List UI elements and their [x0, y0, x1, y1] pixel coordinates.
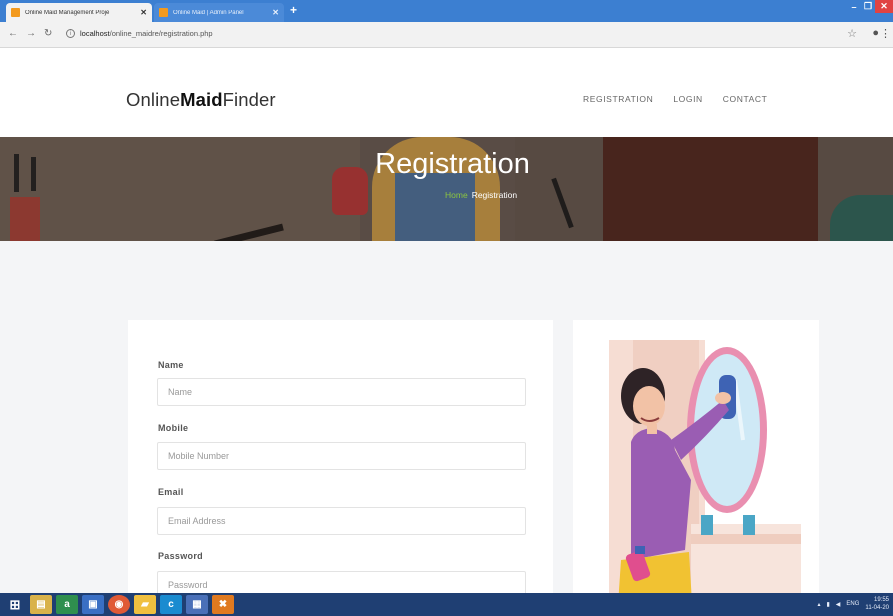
nav-login[interactable]: LOGIN	[673, 94, 702, 104]
maximize-icon[interactable]: ❐	[861, 0, 875, 13]
back-icon[interactable]: ←	[8, 28, 18, 39]
file-explorer-icon[interactable]: ▤	[30, 595, 52, 614]
logo-prefix: Online	[126, 89, 181, 110]
lang-indicator[interactable]: ENG	[846, 601, 859, 607]
close-tab-icon[interactable]: ✕	[140, 8, 147, 17]
windows-start-icon[interactable]: ⊞	[4, 595, 26, 614]
new-tab-icon[interactable]: +	[290, 3, 297, 17]
tab-title: Online Maid | Admin Panel	[173, 9, 244, 16]
logo-suffix: Finder	[222, 89, 276, 110]
site-header: OnlineMaidFinder REGISTRATION LOGIN CONT…	[0, 48, 893, 137]
window-controls: – ❐ ✕	[847, 0, 893, 16]
reload-icon[interactable]: ↻	[44, 28, 52, 39]
mobile-label: Mobile	[158, 423, 189, 433]
browser-tab-registration[interactable]: Online Maid Management Proje ✕	[6, 3, 152, 22]
registration-form: Name Mobile Email Password	[128, 320, 553, 616]
site-favicon-icon	[159, 8, 168, 17]
logo-bold: Maid	[180, 89, 223, 110]
menu-icon[interactable]: ⋮	[880, 27, 891, 40]
tab-title: Online Maid Management Proje	[25, 9, 110, 16]
page-body: Name Mobile Email Password	[0, 241, 893, 616]
app-icon[interactable]: ▣	[82, 595, 104, 614]
close-window-icon[interactable]: ✕	[875, 0, 893, 13]
clock-time: 19:55	[873, 597, 889, 603]
url-path: /online_maidre/registration.php	[109, 29, 213, 38]
hero-banner: Registration Home Registration	[0, 137, 893, 241]
nav-registration[interactable]: REGISTRATION	[583, 94, 653, 104]
email-label: Email	[158, 487, 184, 497]
nav-contact[interactable]: CONTACT	[723, 94, 768, 104]
taskbar: ⊞ ▤ a ▣ ◉ ▰ c ▦ ✖ ▴ ▮ ◀ ENG 19:55 11-04-2…	[0, 593, 893, 616]
folder-icon[interactable]: ▰	[134, 595, 156, 614]
app-window-icon[interactable]: ▦	[186, 595, 208, 614]
site-favicon-icon	[11, 8, 20, 17]
volume-icon[interactable]: ◀	[836, 601, 841, 608]
system-tray: ▴ ▮ ◀ ENG 19:55 11-04-20	[817, 596, 889, 612]
chrome-icon[interactable]: ◉	[108, 595, 130, 614]
main-nav: REGISTRATION LOGIN CONTACT	[583, 94, 767, 104]
breadcrumb-current: Registration	[471, 190, 518, 200]
info-icon[interactable]: i	[66, 29, 75, 38]
email-input[interactable]	[157, 507, 526, 535]
forward-icon[interactable]: →	[26, 28, 36, 39]
browser-tab-bar: Online Maid Management Proje ✕ Online Ma…	[0, 0, 893, 22]
password-label: Password	[158, 551, 203, 561]
name-label: Name	[158, 360, 184, 370]
breadcrumb-home[interactable]: Home	[445, 190, 468, 200]
url-host: localhost	[80, 29, 110, 38]
close-tab-icon[interactable]: ✕	[272, 8, 279, 17]
browser-tab-admin[interactable]: Online Maid | Admin Panel ✕	[154, 3, 284, 22]
tray-arrow-icon[interactable]: ▴	[817, 601, 820, 608]
app-c-icon[interactable]: c	[160, 595, 182, 614]
address-bar: ← → ↻ i localhost/online_maidre/registra…	[0, 22, 893, 48]
clock[interactable]: 19:55 11-04-20	[865, 596, 889, 612]
profile-icon[interactable]: ●	[872, 27, 879, 39]
bookmark-star-icon[interactable]: ☆	[847, 27, 857, 40]
clock-date: 11-04-20	[865, 605, 889, 611]
mobile-input[interactable]	[157, 442, 526, 470]
network-icon[interactable]: ▮	[826, 601, 829, 608]
name-input[interactable]	[157, 378, 526, 406]
minimize-icon[interactable]: –	[847, 0, 861, 13]
xampp-icon[interactable]: ✖	[212, 595, 234, 614]
site-logo[interactable]: OnlineMaidFinder	[126, 89, 276, 111]
maid-cleaning-mirror-illustration	[609, 340, 801, 616]
illustration-card	[573, 320, 819, 616]
url-field[interactable]: localhost/online_maidre/registration.php	[80, 29, 213, 38]
store-icon[interactable]: a	[56, 595, 78, 614]
page-title: Registration	[375, 148, 530, 180]
breadcrumb: Home Registration	[445, 190, 517, 200]
